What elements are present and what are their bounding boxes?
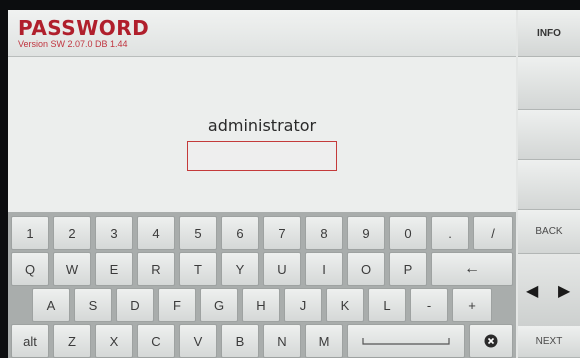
key-0[interactable]: 0: [389, 216, 427, 250]
info-button[interactable]: INFO: [518, 10, 580, 57]
key-p[interactable]: P: [389, 252, 427, 286]
key-t[interactable]: T: [179, 252, 217, 286]
key-k[interactable]: K: [326, 288, 364, 322]
spacebar-icon: [362, 338, 450, 345]
key-1[interactable]: 1: [11, 216, 49, 250]
keyboard-row-3: A S D F G H J K L - +: [8, 288, 516, 324]
key-r[interactable]: R: [137, 252, 175, 286]
back-button[interactable]: BACK: [518, 210, 580, 254]
password-input[interactable]: [187, 141, 337, 171]
keyboard-row-1: 1 2 3 4 5 6 7 8 9 0 . /: [8, 216, 516, 252]
key-d[interactable]: D: [116, 288, 154, 322]
key-5[interactable]: 5: [179, 216, 217, 250]
key-u[interactable]: U: [263, 252, 301, 286]
key-slash[interactable]: /: [473, 216, 513, 250]
key-m[interactable]: M: [305, 324, 343, 358]
key-3[interactable]: 3: [95, 216, 133, 250]
left-arrow-icon[interactable]: ◀: [526, 281, 538, 301]
keyboard-row-2: Q W E R T Y U I O P ←: [8, 252, 516, 288]
main-panel: PASSWORD Version SW 2.07.0 DB 1.44 admin…: [8, 10, 516, 358]
username-label: administrator: [207, 116, 317, 135]
key-g[interactable]: G: [200, 288, 238, 322]
login-area: administrator: [8, 57, 516, 212]
space-key[interactable]: [347, 324, 465, 358]
sidebar-slot-4: [518, 160, 580, 210]
key-c[interactable]: C: [137, 324, 175, 358]
key-b[interactable]: B: [221, 324, 259, 358]
version-text: Version SW 2.07.0 DB 1.44: [18, 39, 128, 49]
key-2[interactable]: 2: [53, 216, 91, 250]
next-button[interactable]: NEXT: [518, 326, 580, 358]
page-title: PASSWORD: [18, 16, 150, 40]
key-9[interactable]: 9: [347, 216, 385, 250]
key-o[interactable]: O: [347, 252, 385, 286]
key-w[interactable]: W: [53, 252, 91, 286]
alt-key[interactable]: alt: [11, 324, 49, 358]
backspace-icon: [484, 334, 498, 348]
key-h[interactable]: H: [242, 288, 280, 322]
right-sidebar: INFO BACK ◀ ▶ NEXT: [518, 10, 580, 358]
backspace-key[interactable]: ←: [431, 252, 513, 286]
key-f[interactable]: F: [158, 288, 196, 322]
key-x[interactable]: X: [95, 324, 133, 358]
arrow-pad: ◀ ▶: [518, 254, 580, 327]
key-i[interactable]: I: [305, 252, 343, 286]
key-plus[interactable]: +: [452, 288, 492, 322]
key-v[interactable]: V: [179, 324, 217, 358]
header: PASSWORD Version SW 2.07.0 DB 1.44: [8, 10, 516, 57]
key-6[interactable]: 6: [221, 216, 259, 250]
onscreen-keyboard: 1 2 3 4 5 6 7 8 9 0 . / Q W E R T Y U I …: [8, 212, 516, 358]
key-l[interactable]: L: [368, 288, 406, 322]
key-minus[interactable]: -: [410, 288, 448, 322]
clear-key[interactable]: [469, 324, 513, 358]
key-dot[interactable]: .: [431, 216, 469, 250]
key-8[interactable]: 8: [305, 216, 343, 250]
key-j[interactable]: J: [284, 288, 322, 322]
right-arrow-icon[interactable]: ▶: [558, 281, 570, 301]
key-y[interactable]: Y: [221, 252, 259, 286]
key-z[interactable]: Z: [53, 324, 91, 358]
key-a[interactable]: A: [32, 288, 70, 322]
key-s[interactable]: S: [74, 288, 112, 322]
key-n[interactable]: N: [263, 324, 301, 358]
key-4[interactable]: 4: [137, 216, 175, 250]
keyboard-row-4: alt Z X C V B N M: [8, 324, 516, 358]
screen: PASSWORD Version SW 2.07.0 DB 1.44 admin…: [8, 10, 580, 358]
sidebar-slot-2: [518, 57, 580, 110]
key-q[interactable]: Q: [11, 252, 49, 286]
sidebar-slot-3: [518, 110, 580, 160]
key-7[interactable]: 7: [263, 216, 301, 250]
key-e[interactable]: E: [95, 252, 133, 286]
